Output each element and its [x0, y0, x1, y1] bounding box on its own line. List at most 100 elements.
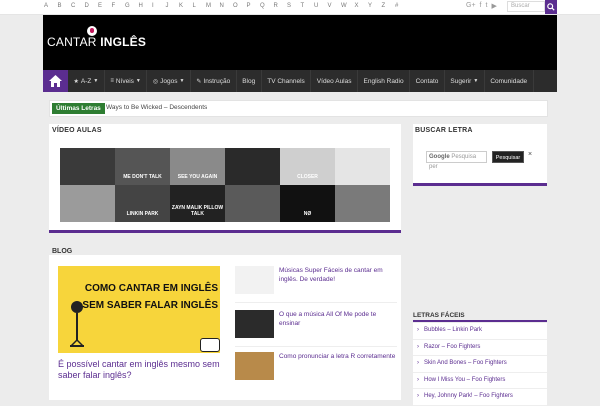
- twitter-icon[interactable]: t: [486, 2, 488, 10]
- facebook-icon[interactable]: f: [480, 2, 482, 10]
- video-thumbnail[interactable]: [335, 148, 390, 185]
- chevron-down-icon: ▼: [179, 78, 185, 84]
- bars-icon: ≡: [110, 78, 114, 84]
- easy-lyrics-title: LETRAS FÁCEIS: [413, 312, 465, 319]
- video-thumbnail[interactable]: [60, 185, 115, 222]
- video-grid: ME DON'T TALK SEE YOU AGAIN CLOSER LINKIN P…: [60, 148, 390, 222]
- alphabet-link[interactable]: T: [301, 3, 315, 9]
- clear-search-icon[interactable]: ×: [528, 151, 532, 158]
- nav-item-instru-o[interactable]: ✎ Instrução: [191, 70, 237, 92]
- alphabet-link[interactable]: R: [274, 3, 288, 9]
- alphabet-link[interactable]: C: [71, 3, 85, 9]
- featured-post-title[interactable]: É possível cantar em inglês mesmo sem sa…: [58, 359, 223, 381]
- featured-post-image[interactable]: COMO CANTAR EM INGLÊS SEM SABER FALAR IN…: [58, 266, 220, 353]
- nav-item-label: English Radio: [363, 77, 404, 85]
- nav-item-sugerir[interactable]: Sugerir ▼: [445, 70, 485, 92]
- google-plus-icon[interactable]: G+: [466, 2, 476, 10]
- site-logo[interactable]: CANTAR INGLÊS: [47, 26, 146, 49]
- ticker-link[interactable]: Ways to Be Wicked – Descendents: [106, 104, 207, 111]
- alphabet-link[interactable]: F: [112, 3, 126, 9]
- main-nav: ★ A-Z ▼ ≡ Níveis ▼ ◎ Jogos ▼ ✎ Instrução Blog TV Cha…: [43, 70, 557, 92]
- video-thumbnail[interactable]: CLOSER: [280, 148, 335, 185]
- nav-item-n-veis[interactable]: ≡ Níveis ▼: [105, 70, 148, 92]
- alphabet-link[interactable]: H: [139, 3, 153, 9]
- nav-item-tv-channels[interactable]: TV Channels: [262, 70, 312, 92]
- alphabet-link[interactable]: B: [58, 3, 72, 9]
- easy-lyrics-divider: [413, 320, 547, 322]
- easy-lyric-link[interactable]: Razor – Foo Fighters: [413, 340, 547, 356]
- alphabet-link[interactable]: P: [247, 3, 261, 9]
- nav-item-label: Blog: [242, 77, 256, 85]
- video-thumbnail[interactable]: SEE YOU AGAIN: [170, 148, 225, 185]
- video-caption: CLOSER: [297, 174, 318, 180]
- alphabet-link[interactable]: U: [314, 3, 328, 9]
- nav-item-label: A-Z: [80, 77, 92, 85]
- easy-lyrics-list: Bubbles – Linkin ParkRazor – Foo Fighter…: [413, 323, 547, 406]
- alphabet-link[interactable]: M: [206, 3, 220, 9]
- blog-post-item[interactable]: Músicas Super Fáceis de cantar em inglês…: [235, 266, 395, 294]
- nav-item-v-deo-aulas[interactable]: Vídeo Aulas: [311, 70, 358, 92]
- nav-item-comunidade[interactable]: Comunidade: [485, 70, 534, 92]
- site-header: CANTAR INGLÊS: [43, 15, 557, 70]
- alphabet-link[interactable]: G: [125, 3, 139, 9]
- alphabet-link[interactable]: Y: [368, 3, 382, 9]
- nav-item-jogos[interactable]: ◎ Jogos ▼: [147, 70, 191, 92]
- video-thumbnail[interactable]: ME DON'T TALK: [115, 148, 170, 185]
- video-thumbnail[interactable]: ZAYN MALIK PILLOW TALK: [170, 185, 225, 222]
- alphabet-link[interactable]: V: [328, 3, 342, 9]
- nav-item-contato[interactable]: Contato: [410, 70, 445, 92]
- gamepad-icon: ◎: [152, 78, 159, 85]
- video-thumbnail[interactable]: LINKIN PARK: [115, 185, 170, 222]
- alphabet-link[interactable]: K: [179, 3, 193, 9]
- alphabet-link[interactable]: W: [341, 3, 355, 9]
- alphabet-link[interactable]: J: [166, 3, 180, 9]
- alphabet-link[interactable]: E: [98, 3, 112, 9]
- blog-post-item[interactable]: O que a música All Of Me pode te ensinar: [235, 310, 395, 338]
- video-thumbnail[interactable]: [335, 185, 390, 222]
- nav-item-a-z[interactable]: ★ A-Z ▼: [68, 70, 105, 92]
- alphabet-link[interactable]: D: [85, 3, 99, 9]
- post-thumbnail[interactable]: [235, 310, 274, 338]
- star-icon: ★: [73, 78, 79, 85]
- alphabet-link[interactable]: X: [355, 3, 369, 9]
- ticker-label: Últimas Letras: [52, 103, 105, 114]
- easy-lyric-link[interactable]: Skin And Bones – Foo Fighters: [413, 356, 547, 373]
- easy-lyric-link[interactable]: How I Miss You – Foo Fighters: [413, 373, 547, 389]
- blog-post-item[interactable]: Como pronunciar a letra R corretamente: [235, 352, 395, 380]
- home-button[interactable]: [43, 70, 68, 92]
- post-thumbnail[interactable]: [235, 266, 274, 294]
- post-title[interactable]: Como pronunciar a letra R corretamente: [279, 353, 397, 362]
- alphabet-link[interactable]: N: [220, 3, 234, 9]
- video-thumbnail[interactable]: [60, 148, 115, 185]
- alphabet-link[interactable]: I: [152, 3, 166, 9]
- alphabet-link[interactable]: S: [287, 3, 301, 9]
- alphabet-link[interactable]: Q: [260, 3, 274, 9]
- nav-item-label: Jogos: [160, 77, 178, 85]
- post-thumbnail[interactable]: [235, 352, 274, 380]
- youtube-icon[interactable]: ▶: [491, 2, 496, 10]
- easy-lyric-link[interactable]: Hey, Johnny Park! – Foo Fighters: [413, 389, 547, 406]
- blog-title: BLOG: [52, 248, 73, 255]
- video-thumbnail[interactable]: NØ: [280, 185, 335, 222]
- nav-item-label: TV Channels: [267, 77, 305, 85]
- google-search-button[interactable]: Pesquisar: [492, 151, 524, 163]
- alphabet-link[interactable]: Z: [382, 3, 396, 9]
- search-lyrics-widget: BUSCAR LETRA Google Pesquisa per Pesquis…: [413, 124, 547, 186]
- video-thumbnail[interactable]: [225, 148, 280, 185]
- alphabet-link[interactable]: L: [193, 3, 207, 9]
- alphabet-link[interactable]: #: [395, 3, 409, 9]
- video-caption: LINKIN PARK: [126, 211, 159, 217]
- post-title[interactable]: O que a música All Of Me pode te ensinar: [279, 311, 397, 328]
- video-thumbnail[interactable]: [225, 185, 280, 222]
- alphabet-link[interactable]: O: [233, 3, 247, 9]
- nav-item-english-radio[interactable]: English Radio: [358, 70, 411, 92]
- nav-item-blog[interactable]: Blog: [237, 70, 262, 92]
- easy-lyric-link[interactable]: Bubbles – Linkin Park: [413, 323, 547, 340]
- google-search-input[interactable]: Google Pesquisa per: [426, 151, 487, 170]
- top-search-button[interactable]: [545, 0, 557, 14]
- top-bar: A B C D E F G H I J K L M N O P Q R S T U V W X Y Z # G+ f t ▶ Buscar: [0, 0, 600, 15]
- alphabet-link[interactable]: A: [44, 3, 58, 9]
- top-search-input[interactable]: Buscar: [507, 1, 545, 12]
- post-title[interactable]: Músicas Super Fáceis de cantar em inglês…: [279, 267, 397, 284]
- video-lessons-widget: VÍDEO AULAS ME DON'T TALK SEE YOU AGAIN CL…: [49, 124, 401, 233]
